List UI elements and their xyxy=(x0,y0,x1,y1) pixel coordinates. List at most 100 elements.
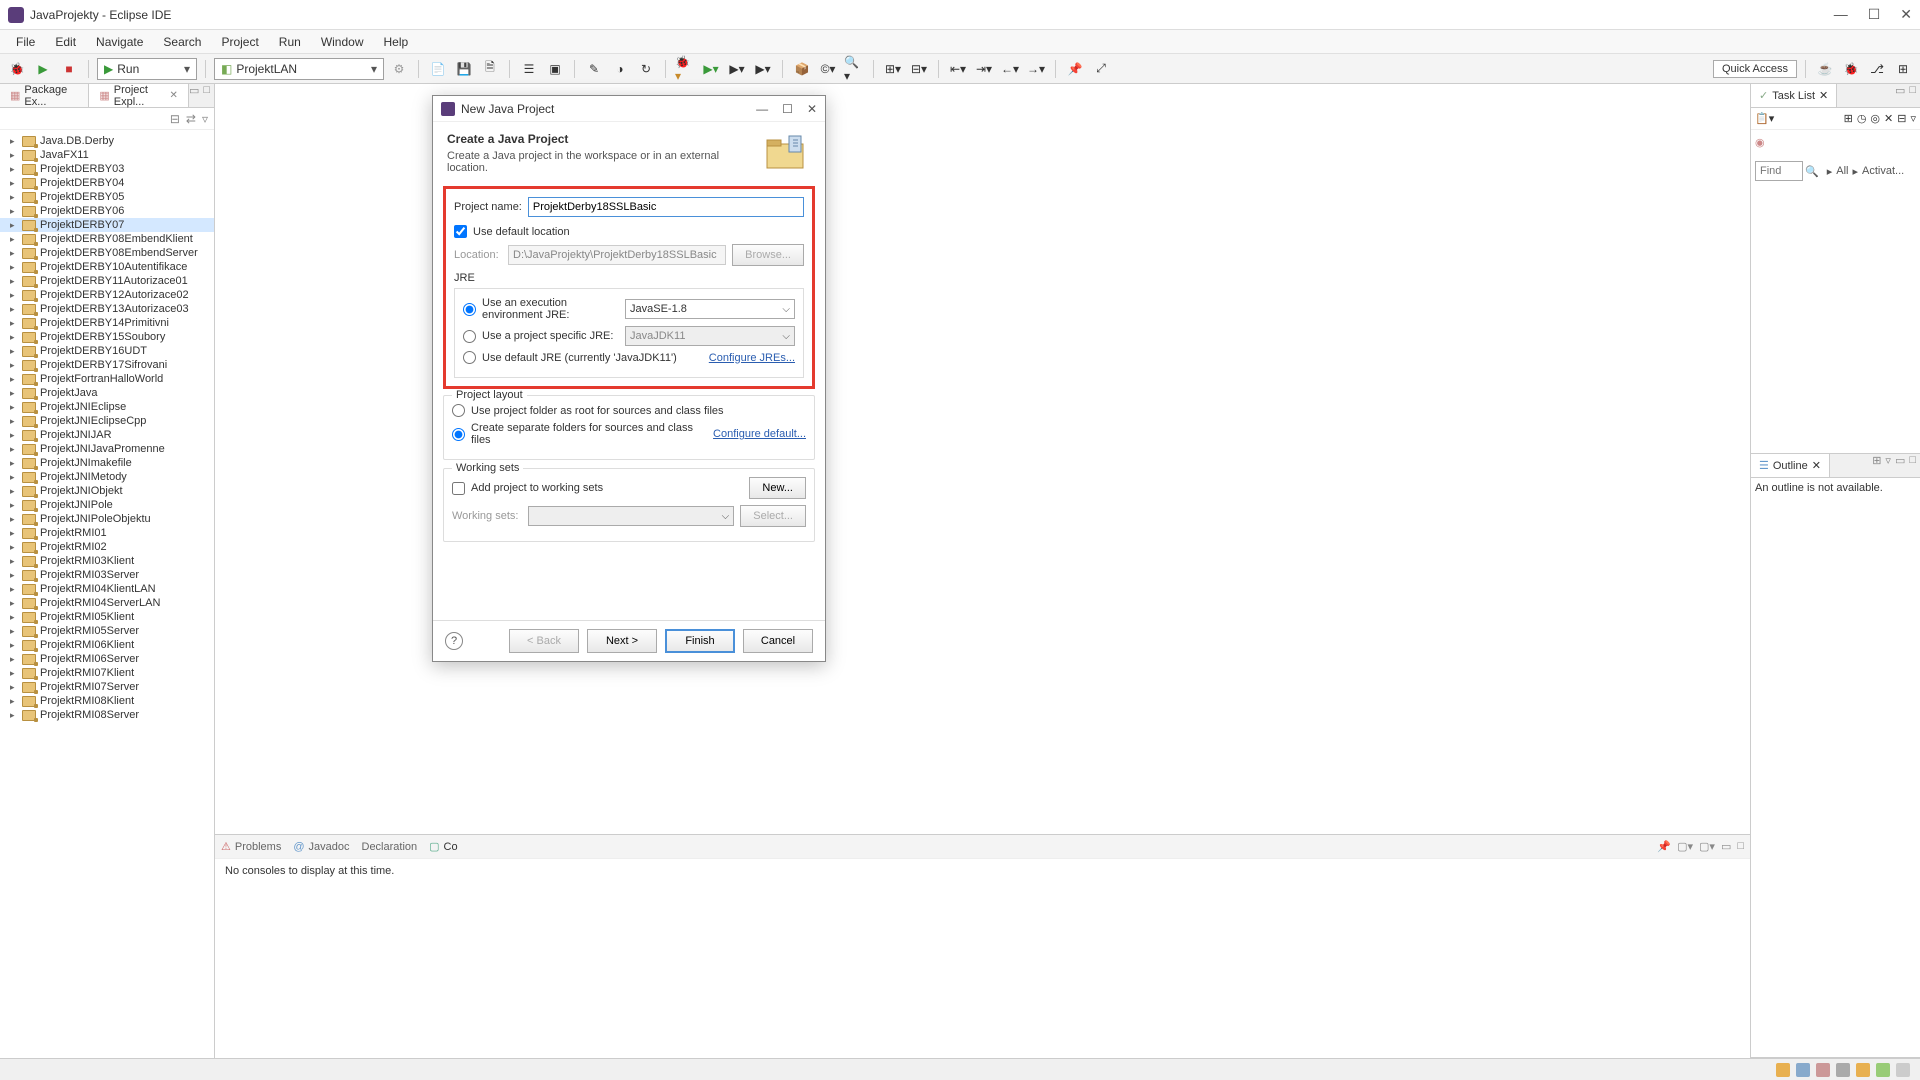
indent-icon[interactable]: ⊟▾ xyxy=(908,58,930,80)
console-new-icon[interactable]: ▢▾ xyxy=(1699,840,1715,853)
tree-item[interactable]: ▸ProjektJNIPole xyxy=(0,498,214,512)
close-icon[interactable]: ✕ xyxy=(1900,6,1912,23)
minimize-view-icon[interactable]: ▭ xyxy=(1895,84,1905,107)
tree-item[interactable]: ▸ProjektJNIEclipse xyxy=(0,400,214,414)
tree-item[interactable]: ▸ProjektDERBY06 xyxy=(0,204,214,218)
wand-icon[interactable]: ✎ xyxy=(583,58,605,80)
tab-javadoc[interactable]: @Javadoc xyxy=(293,841,349,853)
menu-window[interactable]: Window xyxy=(313,33,372,51)
menu-help[interactable]: Help xyxy=(376,33,417,51)
chevron-right-icon[interactable]: ▸ xyxy=(10,162,22,176)
task-hide-icon[interactable]: ✕ xyxy=(1884,112,1893,125)
tree-item[interactable]: ▸ProjektDERBY07 xyxy=(0,218,214,232)
tree-item[interactable]: ▸ProjektJNIMetody xyxy=(0,470,214,484)
tab-console[interactable]: ▢Co xyxy=(429,840,457,853)
chevron-right-icon[interactable]: ▸ xyxy=(10,176,22,190)
filter-activate[interactable]: Activat... xyxy=(1862,165,1904,177)
chevron-right-icon[interactable]: ▸ xyxy=(10,610,22,624)
chevron-right-icon[interactable]: ▸ xyxy=(10,204,22,218)
tree-item[interactable]: ▸ProjektDERBY14Primitivni xyxy=(0,316,214,330)
chevron-right-icon[interactable]: ▸ xyxy=(10,316,22,330)
debug-icon[interactable]: 🐞 xyxy=(6,58,28,80)
chevron-right-icon[interactable]: ▸ xyxy=(10,274,22,288)
tree-item[interactable]: ▸Java.DB.Derby xyxy=(0,134,214,148)
tree-item[interactable]: ▸ProjektDERBY15Soubory xyxy=(0,330,214,344)
tree-item[interactable]: ▸ProjektRMI03Server xyxy=(0,568,214,582)
chevron-right-icon[interactable]: ▸ xyxy=(10,218,22,232)
tree-item[interactable]: ▸ProjektDERBY04 xyxy=(0,176,214,190)
status-icon-7[interactable] xyxy=(1896,1063,1910,1077)
status-icon-3[interactable] xyxy=(1816,1063,1830,1077)
chevron-right-icon[interactable]: ▸ xyxy=(10,694,22,708)
tree-item[interactable]: ▸ProjektDERBY08EmbendKlient xyxy=(0,232,214,246)
chevron-right-icon[interactable]: ▸ xyxy=(10,442,22,456)
chevron-right-icon[interactable]: ▸ xyxy=(10,302,22,316)
tab-outline[interactable]: ☰Outline✕ xyxy=(1751,454,1830,477)
tab-project-explorer[interactable]: ▦Project Expl... ✕ xyxy=(89,84,189,107)
tree-item[interactable]: ▸JavaFX11 xyxy=(0,148,214,162)
tree-item[interactable]: ▸ProjektDERBY12Autorizace02 xyxy=(0,288,214,302)
minimize-icon[interactable]: — xyxy=(1834,6,1848,23)
tree-item[interactable]: ▸ProjektDERBY03 xyxy=(0,162,214,176)
task-find-input[interactable] xyxy=(1755,161,1803,181)
maximize-icon[interactable]: ☐ xyxy=(782,102,793,116)
task-activate-icon[interactable]: ◉ xyxy=(1755,137,1765,149)
stop-icon[interactable]: ■ xyxy=(58,58,80,80)
tree-item[interactable]: ▸ProjektRMI06Server xyxy=(0,652,214,666)
close-icon[interactable]: ✕ xyxy=(807,102,817,116)
run-icon[interactable]: ▶ xyxy=(32,58,54,80)
tree-item[interactable]: ▸ProjektRMI06Klient xyxy=(0,638,214,652)
tree-item[interactable]: ▸ProjektRMI08Server xyxy=(0,708,214,722)
tab-problems[interactable]: ⚠Problems xyxy=(221,840,281,853)
close-icon[interactable]: ✕ xyxy=(1812,459,1821,472)
configure-default-link[interactable]: Configure default... xyxy=(713,428,806,440)
use-default-location-checkbox[interactable] xyxy=(454,225,467,238)
console-min-icon[interactable]: ▭ xyxy=(1721,840,1731,853)
tree-item[interactable]: ▸ProjektJNIObjekt xyxy=(0,484,214,498)
search-icon[interactable]: 🔍 xyxy=(1805,165,1819,178)
quick-access[interactable]: Quick Access xyxy=(1713,60,1797,78)
outline-sort-icon[interactable]: ⊞ xyxy=(1872,454,1881,477)
link-editor-icon[interactable]: ⇄ xyxy=(186,112,196,126)
tree-item[interactable]: ▸ProjektDERBY10Autentifikace xyxy=(0,260,214,274)
tree-item[interactable]: ▸ProjektJNIJAR xyxy=(0,428,214,442)
status-icon-5[interactable] xyxy=(1856,1063,1870,1077)
menu-run[interactable]: Run xyxy=(271,33,309,51)
exec-env-dropdown[interactable]: JavaSE-1.8 xyxy=(625,299,795,319)
chevron-right-icon[interactable]: ▸ xyxy=(10,246,22,260)
tree-item[interactable]: ▸ProjektFortranHalloWorld xyxy=(0,372,214,386)
chevron-right-icon[interactable]: ▸ xyxy=(10,344,22,358)
tree-item[interactable]: ▸ProjektJNImakefile xyxy=(0,456,214,470)
run-config-dropdown[interactable]: ▶ Run xyxy=(97,58,197,80)
chevron-right-icon[interactable]: ▸ xyxy=(10,330,22,344)
search-icon[interactable]: 🔍▾ xyxy=(843,58,865,80)
chevron-right-icon[interactable]: ▸ xyxy=(10,260,22,274)
tree-item[interactable]: ▸ProjektRMI07Klient xyxy=(0,666,214,680)
chevron-right-icon[interactable]: ▸ xyxy=(10,512,22,526)
minimize-icon[interactable]: — xyxy=(756,102,768,116)
menu-search[interactable]: Search xyxy=(155,33,209,51)
new-class-icon[interactable]: ©▾ xyxy=(817,58,839,80)
chevron-right-icon[interactable]: ▸ xyxy=(10,554,22,568)
package-icon[interactable]: ▣ xyxy=(544,58,566,80)
status-icon-1[interactable] xyxy=(1776,1063,1790,1077)
chevron-right-icon[interactable]: ▸ xyxy=(10,582,22,596)
chevron-right-icon[interactable]: ▸ xyxy=(10,470,22,484)
tree-item[interactable]: ▸ProjektDERBY17Sifrovani xyxy=(0,358,214,372)
radio-default-jre[interactable] xyxy=(463,351,476,364)
chevron-right-icon[interactable]: ▸ xyxy=(10,666,22,680)
tab-task-list[interactable]: ✓Task List✕ xyxy=(1751,84,1837,107)
fwd-arrow-icon[interactable]: →▾ xyxy=(1025,58,1047,80)
task-collapse-icon[interactable]: ⊟ xyxy=(1897,112,1906,125)
perspective-java-icon[interactable]: ☕ xyxy=(1814,58,1836,80)
minimize-view-icon[interactable]: ▭ xyxy=(1895,454,1905,477)
perspective-resource-icon[interactable]: ⊞ xyxy=(1892,58,1914,80)
new-working-set-button[interactable]: New... xyxy=(749,477,806,499)
debug-drop-icon[interactable]: 🐞▾ xyxy=(674,58,696,80)
chevron-right-icon[interactable]: ▸ xyxy=(10,288,22,302)
chevron-right-icon[interactable]: ▸ xyxy=(10,414,22,428)
minimize-view-icon[interactable]: ▭ xyxy=(189,84,199,107)
task-new-icon[interactable]: 📋▾ xyxy=(1755,112,1774,125)
chevron-right-icon[interactable]: ▸ xyxy=(10,372,22,386)
ext-run-icon[interactable]: ▶▾ xyxy=(726,58,748,80)
